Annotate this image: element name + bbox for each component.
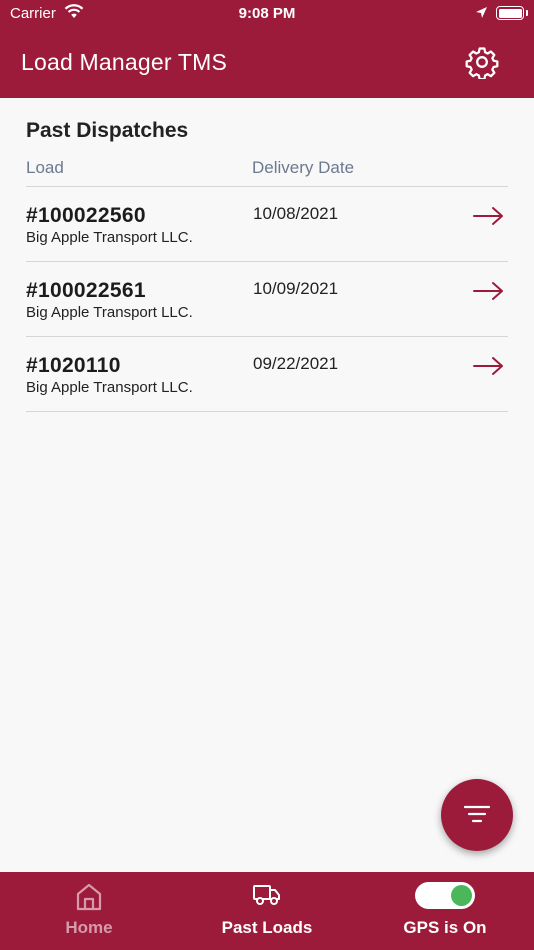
filter-button[interactable] <box>441 779 513 851</box>
battery-icon <box>496 6 524 20</box>
tab-past-loads[interactable]: Past Loads <box>178 872 356 950</box>
app-header: Carrier 9:08 PM Load Manager TMS <box>0 0 534 98</box>
status-bar: Carrier 9:08 PM <box>0 0 534 28</box>
app-title: Load Manager TMS <box>21 49 228 75</box>
delivery-date: 10/08/2021 <box>253 204 339 223</box>
tab-gps[interactable]: GPS is On <box>356 872 534 950</box>
column-header-delivery-date: Delivery Date <box>252 158 355 177</box>
tab-home[interactable]: Home <box>0 872 178 950</box>
load-number: #1020110 <box>26 354 121 377</box>
arrow-right-icon[interactable] <box>472 356 504 376</box>
gear-icon <box>465 47 499 81</box>
truck-icon <box>253 885 280 905</box>
company-name: Big Apple Transport LLC. <box>26 304 193 321</box>
home-icon <box>76 883 102 911</box>
page-title: Past Dispatches <box>26 119 189 142</box>
tab-past-loads-label: Past Loads <box>221 918 313 937</box>
settings-button[interactable] <box>465 45 499 81</box>
status-time: 9:08 PM <box>238 5 296 22</box>
tab-gps-label: GPS is On <box>403 918 487 937</box>
dispatch-row[interactable]: #1020110 Big Apple Transport LLC. 09/22/… <box>26 337 508 412</box>
filter-icon <box>464 805 490 823</box>
location-arrow-icon <box>475 6 488 24</box>
dispatch-row[interactable]: #100022560 Big Apple Transport LLC. 10/0… <box>26 187 508 262</box>
company-name: Big Apple Transport LLC. <box>26 229 193 246</box>
arrow-right-icon[interactable] <box>472 281 504 301</box>
tab-home-label: Home <box>65 918 113 937</box>
load-number: #100022560 <box>26 204 146 227</box>
gps-toggle[interactable] <box>415 882 475 909</box>
battery-cap <box>526 10 528 16</box>
gps-toggle-knob <box>451 885 472 906</box>
load-number: #100022561 <box>26 279 146 302</box>
column-header-load: Load <box>26 158 64 177</box>
arrow-right-icon[interactable] <box>472 206 504 226</box>
delivery-date: 10/09/2021 <box>253 279 339 298</box>
delivery-date: 09/22/2021 <box>253 354 339 373</box>
bottom-tab-bar: Home Past Loads GPS is On <box>0 872 534 950</box>
dispatch-list: #100022560 Big Apple Transport LLC. 10/0… <box>26 187 508 412</box>
company-name: Big Apple Transport LLC. <box>26 379 193 396</box>
dispatch-row[interactable]: #100022561 Big Apple Transport LLC. 10/0… <box>26 262 508 337</box>
